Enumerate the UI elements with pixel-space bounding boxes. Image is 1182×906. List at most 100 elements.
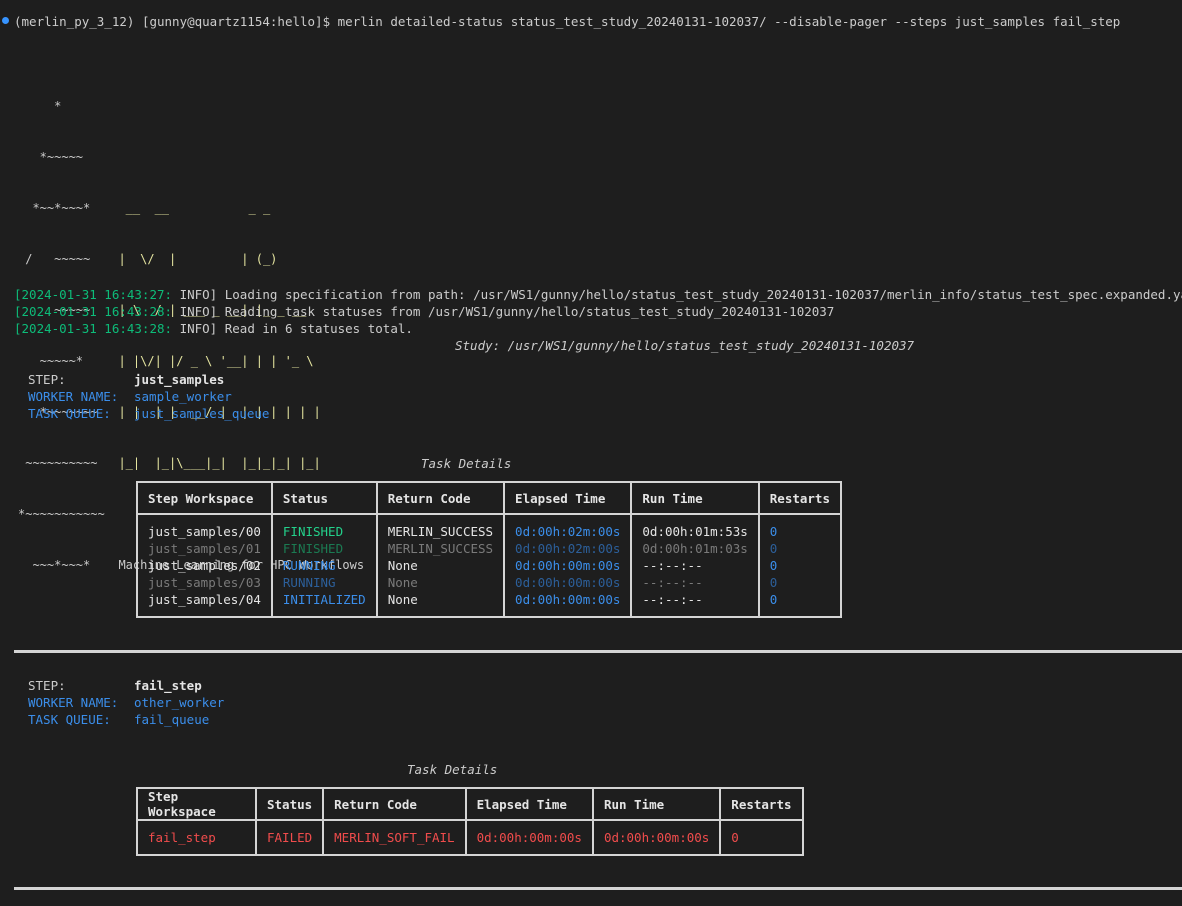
table-row: just_samples/01 FINISHED MERLIN_SUCCESS …	[137, 540, 842, 557]
shell-prompt: [gunny@quartz1154:hello]$	[141, 14, 331, 29]
cell-restarts: 0	[720, 820, 804, 855]
cell-restarts: 0	[758, 574, 842, 591]
cell-status: RUNNING	[271, 557, 378, 574]
worker-label: WORKER NAME:	[28, 389, 119, 404]
cell-return-code: None	[376, 591, 506, 617]
logo-line: |_| |_|\___|_| |_|_|_| |_|	[104, 456, 321, 470]
cell-elapsed: 0d:00h:00m:00s	[504, 591, 633, 617]
tree-line: *~~*~~~*	[18, 201, 91, 215]
cell-elapsed: 0d:00h:00m:00s	[465, 820, 594, 855]
cell-workspace: just_samples/00	[137, 514, 273, 540]
worker-label: WORKER NAME:	[28, 695, 119, 710]
log-timestamp: [2024-01-31 16:43:28:	[14, 321, 173, 336]
task-details-table: Step Workspace Status Return Code Elapse…	[136, 787, 804, 856]
table-header-row: Step Workspace Status Return Code Elapse…	[137, 482, 842, 515]
queue-name: just_samples_queue	[134, 406, 270, 421]
cell-return-code: None	[376, 557, 506, 574]
cell-run-time: 0d:00h:01m:53s	[631, 514, 760, 540]
section-divider	[14, 887, 1182, 890]
col-header: Restarts	[758, 482, 842, 515]
cell-run-time: --:--:--	[631, 557, 760, 574]
log-line: [2024-01-31 16:43:27: INFO] Loading spec…	[14, 286, 1182, 303]
study-path: Study: /usr/WS1/gunny/hello/status_test_…	[455, 338, 915, 353]
col-header: Status	[256, 788, 325, 821]
queue-name: fail_queue	[134, 712, 210, 727]
command-line[interactable]: (merlin_py_3_12) [gunny@quartz1154:hello…	[14, 13, 1120, 30]
command-text: merlin detailed-status status_test_study…	[337, 14, 1121, 29]
cell-elapsed: 0d:00h:02m:00s	[504, 514, 633, 540]
worker-name: other_worker	[134, 695, 225, 710]
col-header: Step Workspace	[137, 788, 257, 821]
logo-line: ​	[104, 98, 364, 115]
cell-status: FAILED	[256, 820, 325, 855]
log-timestamp: [2024-01-31 16:43:27:	[14, 287, 173, 302]
log-line: [2024-01-31 16:43:28: INFO] Read in 6 st…	[14, 320, 413, 337]
log-message: Read in 6 statuses total.	[224, 321, 413, 336]
table-row: just_samples/03 RUNNING None 0d:00h:00m:…	[137, 574, 842, 591]
col-header: Restarts	[720, 788, 804, 821]
log-level: INFO]	[179, 287, 218, 302]
worker-name: sample_worker	[134, 389, 232, 404]
cell-workspace: fail_step	[137, 820, 257, 855]
col-header: Run Time	[631, 482, 760, 515]
col-header: Elapsed Time	[504, 482, 633, 515]
cell-workspace: just_samples/04	[137, 591, 273, 617]
step-label: STEP:	[28, 678, 66, 693]
terminal-status-dot	[2, 17, 9, 24]
logo-line: ​	[104, 149, 364, 166]
col-header: Step Workspace	[137, 482, 273, 515]
col-header: Elapsed Time	[465, 788, 594, 821]
cell-restarts: 0	[758, 540, 842, 557]
table-row: fail_step FAILED MERLIN_SOFT_FAIL 0d:00h…	[137, 820, 804, 855]
cell-run-time: --:--:--	[631, 574, 760, 591]
cell-return-code: MERLIN_SOFT_FAIL	[323, 820, 467, 855]
col-header: Run Time	[592, 788, 722, 821]
cell-return-code: None	[376, 574, 506, 591]
section-divider	[14, 650, 1182, 653]
cell-restarts: 0	[758, 591, 842, 617]
cell-status: FINISHED	[271, 540, 378, 557]
step-name: just_samples	[134, 372, 225, 387]
col-header: Return Code	[323, 788, 467, 821]
tree-line: *	[18, 99, 62, 113]
log-message: Loading specification from path: /usr/WS…	[224, 287, 1182, 302]
cell-status: RUNNING	[271, 574, 378, 591]
col-header: Return Code	[376, 482, 506, 515]
table-row: just_samples/02 RUNNING None 0d:00h:00m:…	[137, 557, 842, 574]
cell-workspace: just_samples/03	[137, 574, 273, 591]
col-header: Status	[271, 482, 378, 515]
log-message: Reading task statuses from /usr/WS1/gunn…	[224, 304, 835, 319]
cell-elapsed: 0d:00h:02m:00s	[504, 540, 633, 557]
logo-line: __ __ _ _	[104, 201, 271, 215]
table-row: just_samples/04 INITIALIZED None 0d:00h:…	[137, 591, 842, 617]
table-header-row: Step Workspace Status Return Code Elapse…	[137, 788, 804, 821]
log-line: [2024-01-31 16:43:28: INFO] Reading task…	[14, 303, 834, 320]
cell-workspace: just_samples/02	[137, 557, 273, 574]
logo-line: | |\/| |/ _ \ '__| | | '_ \	[104, 354, 314, 368]
step-label: STEP:	[28, 372, 66, 387]
tree-line: ~~~*~~~*	[18, 558, 91, 572]
cell-elapsed: 0d:00h:00m:00s	[504, 557, 633, 574]
task-details-table: Step Workspace Status Return Code Elapse…	[136, 481, 842, 618]
cell-run-time: 0d:00h:01m:03s	[631, 540, 760, 557]
cell-run-time: 0d:00h:00m:00s	[592, 820, 722, 855]
tree-line: ~~~~~~~~~~	[18, 456, 98, 470]
logo-line: | \/ | | (_)	[104, 252, 278, 266]
tree-line: *~~~~~~~~~~~	[18, 507, 105, 521]
cell-workspace: just_samples/01	[137, 540, 273, 557]
step-name: fail_step	[134, 678, 202, 693]
cell-status: INITIALIZED	[271, 591, 378, 617]
cell-run-time: --:--:--	[631, 591, 760, 617]
log-timestamp: [2024-01-31 16:43:28:	[14, 304, 173, 319]
cell-status: FINISHED	[271, 514, 378, 540]
queue-label: TASK QUEUE:	[28, 406, 111, 421]
table-caption: Task Details	[407, 762, 498, 777]
cell-restarts: 0	[758, 557, 842, 574]
table-caption: Task Details	[421, 456, 512, 471]
log-level: INFO]	[179, 321, 218, 336]
tree-line: ~~~~~*	[18, 354, 84, 368]
tree-line: *~~~~~	[18, 150, 84, 164]
cell-elapsed: 0d:00h:00m:00s	[504, 574, 633, 591]
log-level: INFO]	[179, 304, 218, 319]
table-row: just_samples/00 FINISHED MERLIN_SUCCESS …	[137, 514, 842, 540]
